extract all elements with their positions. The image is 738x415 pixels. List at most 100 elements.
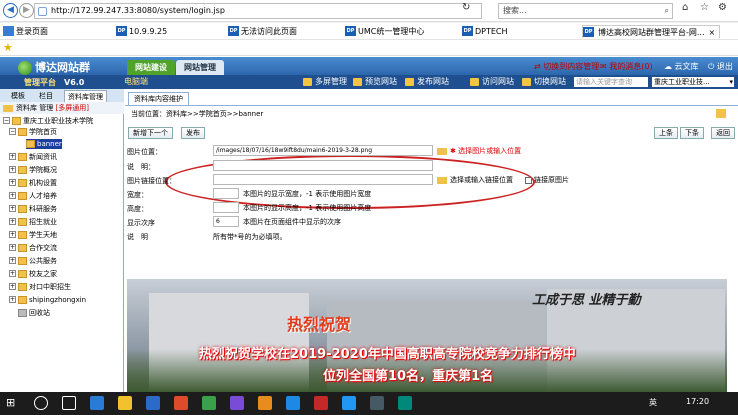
app-icon[interactable]	[342, 396, 356, 410]
app-icon[interactable]	[314, 396, 328, 410]
publish-site-button[interactable]: 发布网站	[405, 76, 449, 88]
height-input[interactable]	[213, 202, 239, 213]
favorites-star-icon[interactable]: ☆	[700, 2, 709, 13]
tree-node-root[interactable]: − 重庆工业职业技术学院	[3, 116, 93, 126]
visit-site-button[interactable]: 访问网站	[470, 76, 514, 88]
add-next-button[interactable]: 新增下一个	[128, 127, 173, 139]
refresh-icon[interactable]: ↻	[462, 2, 470, 13]
forward-icon[interactable]: ▶	[19, 3, 34, 18]
switch-content-link[interactable]: ⇄ 切换到内容管理	[534, 61, 599, 72]
tree-node[interactable]: + 人才培养	[9, 191, 57, 201]
expand-icon[interactable]: +	[9, 153, 16, 160]
tab-website-manage[interactable]: 网站管理	[176, 60, 224, 75]
app-icon[interactable]	[174, 396, 188, 410]
tree-node[interactable]: + shipingzhongxin	[9, 295, 86, 305]
tree-node-selected[interactable]: banner	[26, 139, 62, 149]
preview-site-button[interactable]: 预览网站	[353, 76, 397, 88]
search-icon[interactable]	[34, 396, 48, 410]
tree-node[interactable]: + 对口中职招生	[9, 282, 71, 292]
banner-line-1: 热烈祝贺学校在2019-2020年中国高职高专院校竞争力排行榜中	[199, 347, 576, 362]
favorite-item[interactable]: DP 无法访问此页面	[228, 25, 297, 38]
tree-node-recycle[interactable]: 回收站	[18, 308, 50, 318]
settings-gear-icon[interactable]: ⚙	[718, 2, 727, 13]
expand-icon[interactable]: +	[9, 218, 16, 225]
tree-node[interactable]: + 校友之家	[9, 269, 57, 279]
publish-button[interactable]: 发布	[181, 127, 205, 139]
multiscreen-button[interactable]: 多屏管理	[303, 76, 347, 88]
expand-icon[interactable]: +	[9, 179, 16, 186]
favorite-item[interactable]: 登录页面	[3, 25, 48, 38]
expand-icon[interactable]: +	[9, 244, 16, 251]
link-hint[interactable]: 选择或输入链接位置	[437, 175, 513, 185]
ie-browser-icon[interactable]	[90, 396, 104, 410]
collapse-icon[interactable]: −	[3, 117, 10, 124]
link-input[interactable]	[213, 174, 433, 185]
tree-node[interactable]: + 公共服务	[9, 256, 57, 266]
logout-link[interactable]: ⏻ 退出	[708, 61, 733, 72]
app-icon[interactable]	[398, 396, 412, 410]
tree-node[interactable]: + 机构设置	[9, 178, 57, 188]
prev-button[interactable]: 上条	[654, 127, 678, 139]
tree-node[interactable]: + 科研服务	[9, 204, 57, 214]
url-field[interactable]: http://172.99.247.33:8080/system/login.j…	[34, 3, 482, 19]
favorite-item[interactable]: DP 10.9.9.25	[116, 25, 167, 38]
tree-node[interactable]: − 学院首页	[9, 127, 57, 137]
app-icon[interactable]	[258, 396, 272, 410]
back-icon[interactable]: ◀	[3, 3, 18, 18]
home-icon[interactable]: ⌂	[682, 2, 688, 13]
expand-icon[interactable]: +	[9, 257, 16, 264]
add-favorite-star-icon[interactable]: ★	[3, 41, 13, 54]
cloud-library-link[interactable]: ☁ 云文库	[664, 61, 699, 72]
sidebar-tab-template[interactable]: 模板	[8, 90, 28, 102]
tree-node[interactable]: + 招生就业	[9, 217, 57, 227]
expand-icon[interactable]: +	[9, 283, 16, 290]
my-messages-link[interactable]: ✉ 我的消息(0)	[600, 61, 653, 72]
image-pos-hint[interactable]: ✱ 选择图片或输入位置	[437, 146, 521, 156]
expand-icon[interactable]: +	[9, 231, 16, 238]
tree-node[interactable]: + 学院概况	[9, 165, 57, 175]
site-select[interactable]: 重庆工业职业技... ▾	[652, 77, 734, 87]
order-input[interactable]: 6	[213, 216, 239, 227]
expand-icon[interactable]: +	[9, 192, 16, 199]
input-language[interactable]: 英	[649, 397, 657, 408]
tree-node[interactable]: + 新闻资讯	[9, 152, 57, 162]
favorite-item[interactable]: DP DPTECH	[462, 25, 508, 38]
browser-tab-active[interactable]: DP 博达高校网站群管理平台-网... ×	[582, 25, 721, 38]
clock[interactable]: 17:20	[686, 397, 709, 406]
file-explorer-icon[interactable]	[118, 396, 132, 410]
expand-icon[interactable]: +	[9, 296, 16, 303]
tree-node[interactable]: + 合作交流	[9, 243, 57, 253]
task-view-icon[interactable]	[62, 396, 76, 410]
expand-icon[interactable]: +	[9, 270, 16, 277]
favorite-item[interactable]: DP UMC统一管理中心	[345, 25, 424, 38]
switch-site-button[interactable]: 切换网站	[522, 76, 566, 88]
width-input[interactable]	[213, 188, 239, 199]
expand-icon[interactable]: +	[9, 205, 16, 212]
app-icon[interactable]	[230, 396, 244, 410]
link-label: 图片链接位置：	[127, 177, 176, 185]
checkbox[interactable]	[525, 176, 532, 184]
content-tab[interactable]: 资料库内容维护	[128, 92, 189, 105]
expand-icon[interactable]: +	[9, 166, 16, 173]
collapse-icon[interactable]: −	[9, 128, 16, 135]
app-icon[interactable]	[286, 396, 300, 410]
browser-search-input[interactable]: 搜索... ⌕	[498, 3, 673, 19]
sidebar-tab-library[interactable]: 资料库管理	[64, 90, 107, 102]
image-pos-input[interactable]: /images/18/07/16/18w9ift8du/main6-2019-3…	[213, 145, 433, 156]
folder-icon	[18, 192, 27, 200]
edit-icon[interactable]	[716, 109, 726, 118]
close-tab-icon[interactable]: ×	[709, 28, 716, 37]
tree-node[interactable]: + 学生天地	[9, 230, 57, 240]
app-icon[interactable]	[202, 396, 216, 410]
next-button[interactable]: 下条	[680, 127, 704, 139]
app-icon[interactable]	[370, 396, 384, 410]
desc-input[interactable]	[213, 160, 433, 171]
keyword-search-input[interactable]: 请输入关键字查询	[574, 77, 648, 87]
back-button[interactable]: 返回	[711, 127, 735, 139]
search-icon[interactable]: ⌕	[665, 4, 669, 18]
windows-start-icon[interactable]: ⊞	[6, 396, 20, 410]
sidebar-tab-column[interactable]: 栏目	[36, 90, 56, 102]
tab-website-build[interactable]: 网站建设	[127, 60, 175, 75]
link-original-checkbox[interactable]: 链接原图片	[525, 175, 569, 185]
app-icon[interactable]	[146, 396, 160, 410]
